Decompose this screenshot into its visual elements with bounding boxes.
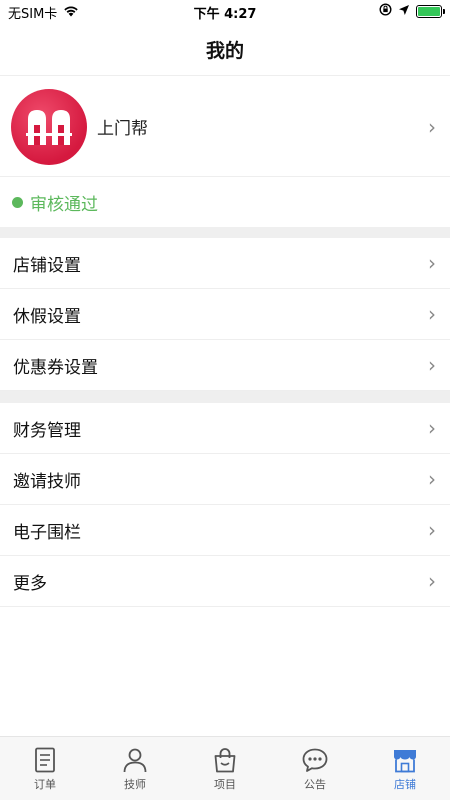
battery-icon	[416, 5, 445, 18]
store-icon	[394, 750, 416, 773]
avatar	[11, 88, 87, 165]
menu-label: 电子围栏	[13, 522, 81, 543]
menu-item-invite-technician[interactable]: 邀请技师 ›	[0, 454, 450, 505]
location-icon	[398, 4, 410, 20]
menu-label: 休假设置	[13, 306, 81, 327]
tab-label: 项目	[214, 778, 236, 791]
tab-label: 公告	[304, 778, 326, 791]
chevron-right-icon: ›	[428, 416, 436, 440]
bag-icon	[214, 748, 236, 773]
menu-group-management: 财务管理 › 邀请技师 › 电子围栏 › 更多 ›	[0, 403, 450, 607]
profile-name: 上门帮	[97, 119, 148, 139]
chevron-right-icon: ›	[428, 569, 436, 593]
menu-label: 优惠券设置	[13, 357, 98, 378]
chevron-right-icon: ›	[428, 115, 436, 139]
menu-label: 店铺设置	[13, 255, 81, 276]
review-status: 审核通过	[0, 178, 450, 227]
nav-bar: 我的	[0, 24, 450, 76]
review-status-text: 审核通过	[30, 195, 98, 215]
menu-item-vacation-settings[interactable]: 休假设置 ›	[0, 289, 450, 340]
tab-orders[interactable]: 订单	[0, 737, 90, 800]
shop-logo-icon	[26, 109, 72, 145]
chevron-right-icon: ›	[428, 518, 436, 542]
profile-row[interactable]: 上门帮 ›	[0, 77, 450, 177]
menu-item-geofence[interactable]: 电子围栏 ›	[0, 505, 450, 556]
order-icon	[35, 747, 55, 773]
menu-item-more[interactable]: 更多 ›	[0, 556, 450, 607]
orientation-lock-icon	[379, 3, 392, 20]
chevron-right-icon: ›	[428, 353, 436, 377]
tab-bar: 订单 技师 项目 公告 店铺	[0, 736, 450, 800]
section-divider	[0, 391, 450, 403]
menu-item-coupon-settings[interactable]: 优惠券设置 ›	[0, 340, 450, 391]
menu-item-shop-settings[interactable]: 店铺设置 ›	[0, 238, 450, 289]
tab-label: 订单	[34, 778, 56, 791]
chat-bubble-icon	[302, 748, 328, 772]
chevron-right-icon: ›	[428, 251, 436, 275]
chevron-right-icon: ›	[428, 302, 436, 326]
status-dot-icon	[12, 197, 23, 208]
person-icon	[123, 748, 147, 773]
tab-technicians[interactable]: 技师	[90, 737, 180, 800]
menu-item-finance[interactable]: 财务管理 ›	[0, 403, 450, 454]
tab-announcements[interactable]: 公告	[270, 737, 360, 800]
tab-label: 技师	[124, 778, 146, 791]
tab-label: 店铺	[394, 778, 416, 791]
status-bar: 无SIM卡 下午 4:27	[0, 0, 450, 24]
section-divider	[0, 227, 450, 238]
menu-label: 财务管理	[13, 420, 81, 441]
menu-group-settings: 店铺设置 › 休假设置 › 优惠券设置 ›	[0, 238, 450, 391]
tab-projects[interactable]: 项目	[180, 737, 270, 800]
menu-label: 邀请技师	[13, 471, 81, 492]
chevron-right-icon: ›	[428, 467, 436, 491]
tab-store[interactable]: 店铺	[360, 737, 450, 800]
menu-label: 更多	[13, 573, 47, 594]
page-title: 我的	[205, 40, 244, 62]
